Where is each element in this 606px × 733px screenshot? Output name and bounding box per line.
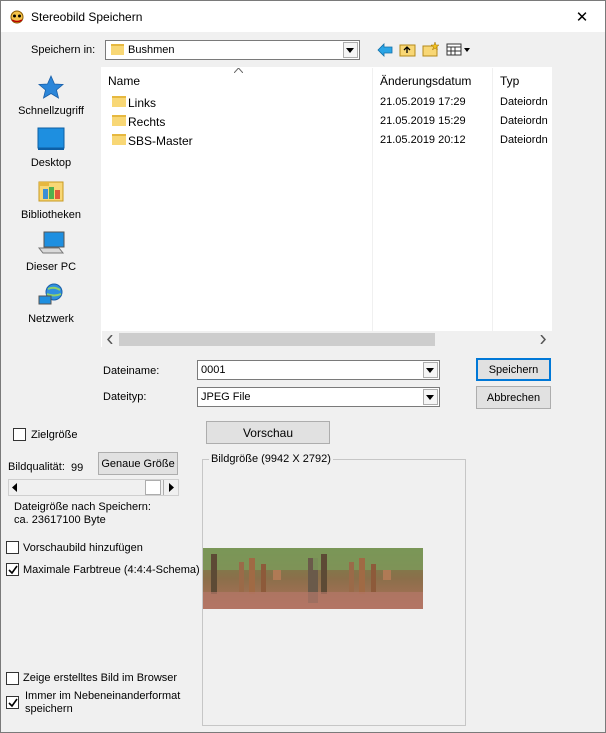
star-icon [37, 75, 65, 99]
place-label: Netzwerk [28, 313, 74, 325]
libraries-icon [38, 181, 64, 202]
filetype-value: JPEG File [201, 391, 251, 403]
sort-ascending-icon [234, 68, 243, 73]
filetype-dropdown[interactable]: JPEG File [197, 387, 440, 407]
back-icon[interactable] [377, 43, 393, 57]
column-header-date[interactable]: Änderungsdatum [380, 74, 471, 88]
file-date: 21.05.2019 17:29 [380, 96, 466, 108]
target-size-label: Zielgröße [31, 429, 78, 441]
preview-button[interactable]: Vorschau [206, 421, 330, 444]
place-label: Schnellzugriff [18, 105, 84, 117]
column-header-name[interactable]: Name [108, 74, 140, 88]
scroll-thumb[interactable] [119, 333, 435, 346]
up-folder-icon[interactable] [399, 42, 416, 57]
place-libraries[interactable]: Bibliotheken [8, 179, 94, 231]
checkmark-icon [8, 565, 18, 575]
show-browser-label: Zeige erstelltes Bild im Browser [23, 672, 178, 684]
scroll-left-icon[interactable] [107, 335, 113, 344]
filesize-label: Dateigröße nach Speichern: [14, 501, 151, 513]
save-in-dropdown[interactable]: Bushmen [105, 40, 360, 60]
filetype-label: Dateityp: [103, 391, 147, 403]
quality-value: 99 [71, 462, 84, 474]
slider-thumb[interactable] [145, 480, 161, 495]
scroll-right-icon[interactable] [540, 335, 546, 344]
exact-size-button[interactable]: Genaue Größe [98, 452, 178, 475]
slider-right-icon [169, 483, 174, 492]
max-color-label: Maximale Farbtreue (4:4:4-Schema) [23, 564, 200, 576]
column-header-type[interactable]: Typ [500, 74, 519, 88]
dropdown-arrow-icon [426, 395, 434, 400]
image-size-label: Bildgröße (9942 X 2792) [209, 453, 333, 465]
file-type: Dateiordn [500, 115, 548, 127]
dropdown-arrow-icon [346, 48, 354, 53]
add-thumbnail-checkbox[interactable] [6, 541, 19, 554]
window-title: Stereobild Speichern [31, 10, 143, 24]
computer-icon [37, 231, 65, 254]
close-icon: ✕ [575, 8, 589, 26]
file-row[interactable]: Links 21.05.2019 17:29 Dateiordn [102, 93, 552, 112]
folder-icon [112, 96, 126, 107]
save-in-label: Speichern in: [31, 44, 96, 56]
quality-slider[interactable] [8, 479, 179, 496]
file-type: Dateiordn [500, 134, 548, 146]
save-button[interactable]: Speichern [476, 358, 551, 381]
file-date: 21.05.2019 20:12 [380, 134, 466, 146]
folder-icon [112, 115, 126, 126]
slider-left-icon[interactable] [12, 483, 18, 492]
filename-value: 0001 [201, 364, 226, 376]
file-type: Dateiordn [500, 96, 548, 108]
desktop-icon [37, 127, 65, 150]
quality-label: Bildqualität: [8, 461, 65, 473]
filename-input[interactable]: 0001 [197, 360, 440, 380]
network-icon [38, 283, 63, 305]
folder-icon [112, 134, 126, 145]
place-quick-access[interactable]: Schnellzugriff [8, 75, 94, 127]
place-this-pc[interactable]: Dieser PC [8, 231, 94, 283]
checkmark-icon [8, 698, 18, 708]
file-name: Links [128, 96, 157, 110]
add-thumbnail-label: Vorschaubild hinzufügen [23, 542, 143, 554]
max-color-checkbox[interactable] [6, 563, 19, 576]
dropdown-arrow-icon [426, 368, 434, 373]
save-in-value: Bushmen [128, 44, 175, 56]
horizontal-scrollbar[interactable] [102, 331, 552, 348]
filesize-value: ca. 23617100 Byte [14, 514, 106, 526]
slider-right-button[interactable] [163, 480, 178, 495]
file-list[interactable]: Name Änderungsdatum Typ Links 21.05.2019… [101, 67, 552, 348]
file-row[interactable]: SBS-Master 21.05.2019 20:12 Dateiordn [102, 131, 552, 150]
cancel-button[interactable]: Abbrechen [476, 386, 551, 409]
always-sbs-label: Immer im Nebeneinanderformat speichern [25, 690, 181, 715]
file-date: 21.05.2019 15:29 [380, 115, 466, 127]
file-name: SBS-Master [128, 134, 193, 148]
file-name: Rechts [128, 115, 166, 129]
place-label: Desktop [30, 157, 72, 169]
view-menu-icon[interactable] [446, 43, 472, 56]
stereo-preview-image [203, 548, 423, 609]
title-bar: Stereobild Speichern ✕ [1, 1, 605, 32]
place-network[interactable]: Netzwerk [8, 283, 94, 335]
always-sbs-checkbox[interactable] [6, 696, 19, 709]
show-browser-checkbox[interactable] [6, 672, 19, 685]
place-label: Bibliotheken [21, 209, 81, 221]
new-folder-icon[interactable] [422, 41, 440, 57]
target-size-checkbox[interactable] [13, 428, 26, 441]
place-desktop[interactable]: Desktop [8, 127, 94, 179]
folder-icon [111, 44, 124, 55]
file-row[interactable]: Rechts 21.05.2019 15:29 Dateiordn [102, 112, 552, 131]
save-dialog: Stereobild Speichern ✕ Speichern in: Bus… [0, 0, 606, 733]
app-icon [10, 10, 24, 24]
place-label: Dieser PC [25, 261, 77, 273]
filename-label: Dateiname: [103, 365, 160, 377]
close-button[interactable]: ✕ [559, 1, 605, 32]
